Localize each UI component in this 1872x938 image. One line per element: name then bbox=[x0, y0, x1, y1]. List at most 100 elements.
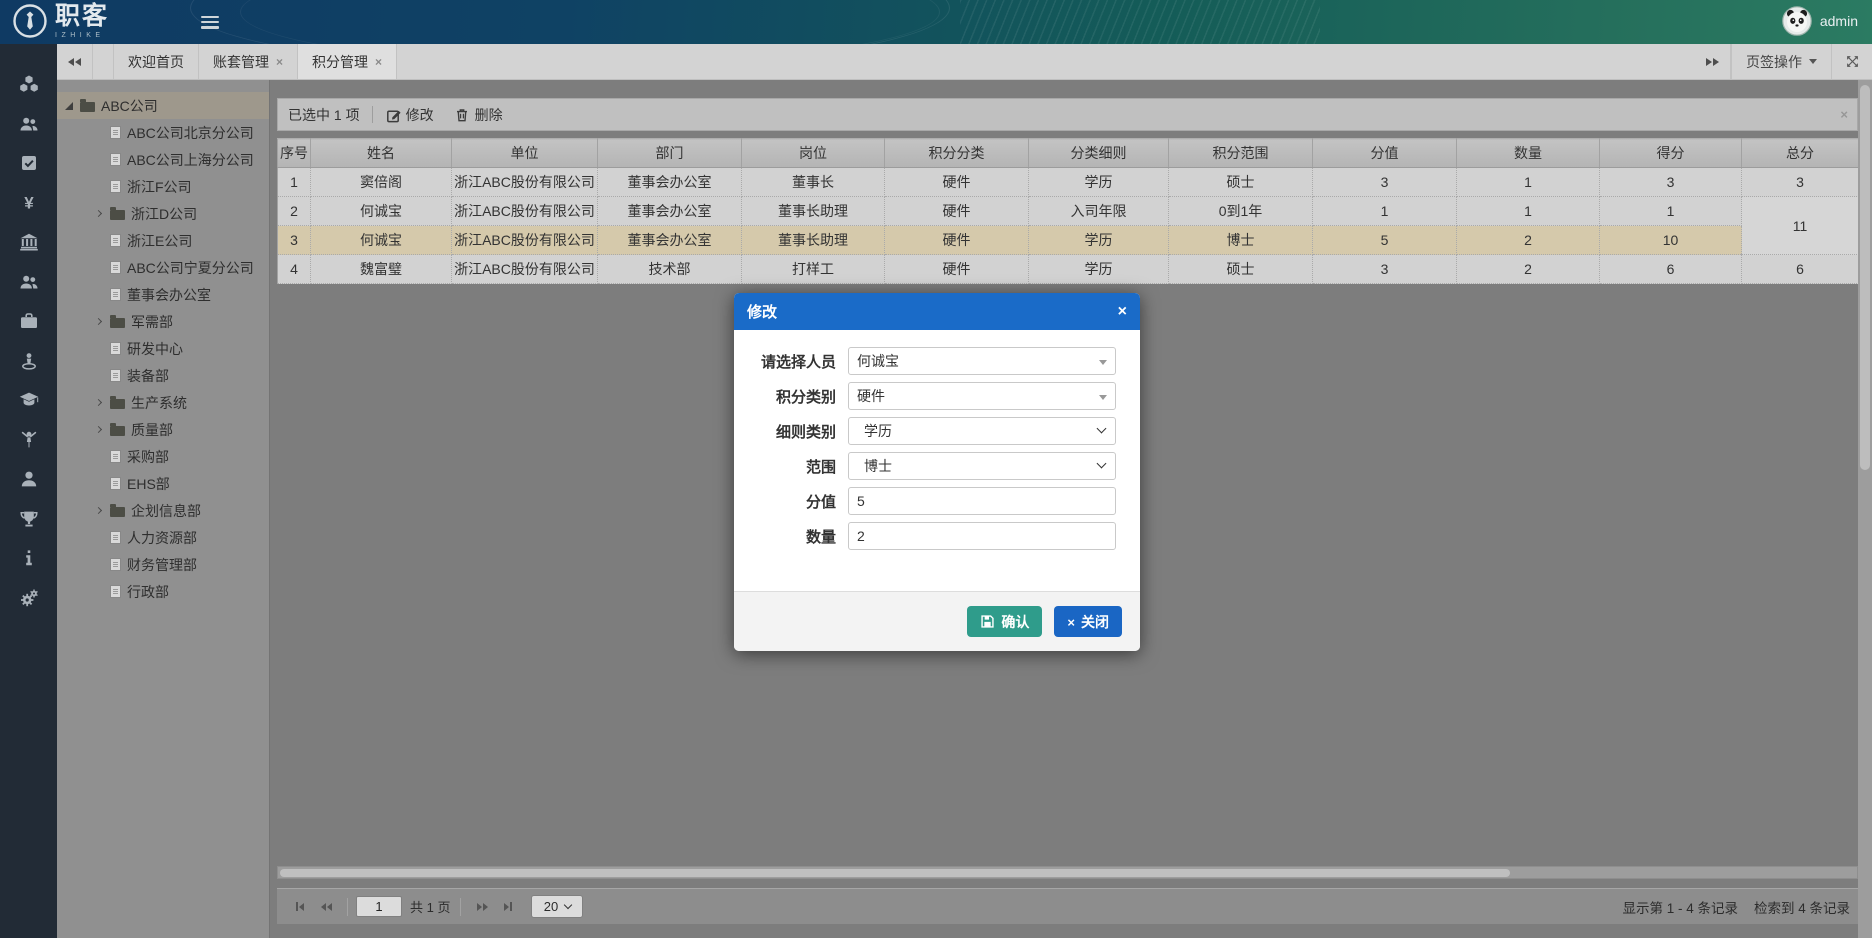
table-cell[interactable]: 学历 bbox=[1029, 226, 1169, 255]
tab-close-icon[interactable] bbox=[276, 56, 283, 68]
tree-item[interactable]: 生产系统 bbox=[57, 389, 269, 416]
tree-item[interactable]: 董事会办公室 bbox=[57, 281, 269, 308]
sidebar-icon-user[interactable] bbox=[16, 469, 42, 489]
table-row[interactable]: 1 窦倍阁 浙江ABC股份有限公司 董事会办公室 董事长 硬件 学历 硕士 3 … bbox=[278, 168, 1859, 197]
caret-collapsed-icon[interactable] bbox=[95, 318, 102, 325]
table-cell[interactable]: 3 bbox=[278, 226, 311, 255]
table-cell[interactable]: 10 bbox=[1600, 226, 1742, 255]
column-header[interactable]: 序号 bbox=[278, 139, 311, 168]
table-cell[interactable]: 硬件 bbox=[885, 255, 1029, 284]
tab-welcome[interactable]: 欢迎首页 bbox=[113, 44, 199, 79]
caret-down-icon[interactable] bbox=[1099, 360, 1107, 365]
table-cell[interactable]: 入司年限 bbox=[1029, 197, 1169, 226]
tree-item[interactable]: 人力资源部 bbox=[57, 524, 269, 551]
table-cell[interactable]: 技术部 bbox=[598, 255, 742, 284]
table-cell[interactable]: 学历 bbox=[1029, 255, 1169, 284]
table-cell[interactable]: 1 bbox=[1457, 197, 1600, 226]
table-cell[interactable]: 1 bbox=[1313, 197, 1457, 226]
column-header[interactable]: 积分范围 bbox=[1169, 139, 1313, 168]
horizontal-scrollbar[interactable] bbox=[277, 866, 1858, 879]
sidebar-icon-users[interactable] bbox=[16, 114, 42, 134]
table-cell[interactable]: 硕士 bbox=[1169, 168, 1313, 197]
table-cell[interactable]: 2 bbox=[1457, 226, 1600, 255]
table-cell[interactable]: 董事长助理 bbox=[742, 197, 885, 226]
tree-item[interactable]: 质量部 bbox=[57, 416, 269, 443]
tree-item[interactable]: 浙江F公司 bbox=[57, 173, 269, 200]
table-row[interactable]: 4 魏富璧 浙江ABC股份有限公司 技术部 打样工 硬件 学历 硕士 3 2 6… bbox=[278, 255, 1859, 284]
table-cell[interactable]: 2 bbox=[278, 197, 311, 226]
table-cell[interactable]: 4 bbox=[278, 255, 311, 284]
points-category-combobox[interactable]: 硬件 bbox=[848, 382, 1116, 410]
quantity-input[interactable] bbox=[849, 523, 1115, 549]
tree-item[interactable]: 行政部 bbox=[57, 578, 269, 605]
table-cell[interactable]: 2 bbox=[1457, 255, 1600, 284]
table-cell[interactable]: 0到1年 bbox=[1169, 197, 1313, 226]
caret-collapsed-icon[interactable] bbox=[95, 399, 102, 406]
table-cell[interactable]: 董事会办公室 bbox=[598, 226, 742, 255]
table-row[interactable]: 2 何诚宝 浙江ABC股份有限公司 董事会办公室 董事长助理 硬件 入司年限 0… bbox=[278, 197, 1859, 226]
table-cell[interactable]: 董事会办公室 bbox=[598, 197, 742, 226]
sidebar-icon-street-view[interactable] bbox=[16, 351, 42, 371]
fullscreen-button[interactable] bbox=[1832, 44, 1872, 79]
tabs-scroll-right-button[interactable] bbox=[1695, 44, 1731, 79]
sidebar-icon-bank[interactable] bbox=[16, 232, 42, 252]
modal-header[interactable]: 修改 bbox=[734, 293, 1140, 330]
edit-button[interactable]: 修改 bbox=[385, 105, 434, 125]
tab-close-icon[interactable] bbox=[375, 56, 382, 68]
sidebar-icon-check-square[interactable] bbox=[16, 153, 42, 173]
table-cell[interactable]: 1 bbox=[1457, 168, 1600, 197]
tree-item[interactable]: 装备部 bbox=[57, 362, 269, 389]
table-cell[interactable]: 硬件 bbox=[885, 168, 1029, 197]
caret-down-icon[interactable] bbox=[1099, 395, 1107, 400]
table-cell[interactable]: 打样工 bbox=[742, 255, 885, 284]
tree-item[interactable]: 企划信息部 bbox=[57, 497, 269, 524]
tree-item[interactable]: 财务管理部 bbox=[57, 551, 269, 578]
table-cell[interactable]: 博士 bbox=[1169, 226, 1313, 255]
caret-collapsed-icon[interactable] bbox=[95, 210, 102, 217]
sidebar-icon-graduation-cap[interactable] bbox=[16, 390, 42, 410]
table-cell[interactable]: 5 bbox=[1313, 226, 1457, 255]
tabs-scroll-left-button[interactable] bbox=[57, 44, 93, 79]
sidebar-icon-members[interactable] bbox=[16, 272, 42, 292]
table-cell[interactable]: 3 bbox=[1600, 168, 1742, 197]
table-row-selected[interactable]: 3 何诚宝 浙江ABC股份有限公司 董事会办公室 董事长助理 硬件 学历 博士 … bbox=[278, 226, 1859, 255]
page-size-select[interactable]: 20 bbox=[531, 895, 583, 918]
sidebar-icon-settings[interactable] bbox=[16, 588, 42, 608]
app-logo[interactable]: 职客 IZHIKE bbox=[12, 3, 109, 39]
table-cell[interactable]: 董事长助理 bbox=[742, 226, 885, 255]
table-cell[interactable]: 3 bbox=[1742, 168, 1859, 197]
table-cell[interactable]: 浙江ABC股份有限公司 bbox=[452, 197, 598, 226]
tree-item[interactable]: 军需部 bbox=[57, 308, 269, 335]
horizontal-scrollbar-thumb[interactable] bbox=[280, 869, 1510, 877]
column-header[interactable]: 姓名 bbox=[311, 139, 452, 168]
table-cell[interactable]: 学历 bbox=[1029, 168, 1169, 197]
vertical-scrollbar[interactable] bbox=[1858, 80, 1872, 938]
score-input[interactable] bbox=[849, 488, 1115, 514]
caret-expanded-icon[interactable] bbox=[65, 102, 73, 110]
tree-item[interactable]: ABC公司宁夏分公司 bbox=[57, 254, 269, 281]
merged-total-cell[interactable]: 11 bbox=[1742, 197, 1859, 255]
tree-item[interactable]: EHS部 bbox=[57, 470, 269, 497]
range-select[interactable]: 博士 bbox=[848, 452, 1116, 480]
tree-item[interactable]: ABC公司 bbox=[57, 92, 269, 119]
sidebar-icon-info[interactable] bbox=[16, 548, 42, 568]
column-header[interactable]: 分值 bbox=[1313, 139, 1457, 168]
sidebar-icon-yen[interactable]: ¥ bbox=[16, 193, 42, 213]
page-number-input[interactable] bbox=[356, 896, 402, 917]
table-cell[interactable]: 浙江ABC股份有限公司 bbox=[452, 226, 598, 255]
confirm-button[interactable]: 确认 bbox=[967, 606, 1042, 637]
table-cell[interactable]: 1 bbox=[278, 168, 311, 197]
column-header[interactable]: 数量 bbox=[1457, 139, 1600, 168]
tab-points-management[interactable]: 积分管理 bbox=[298, 44, 397, 79]
table-cell[interactable]: 何诚宝 bbox=[311, 226, 452, 255]
last-page-button[interactable] bbox=[495, 896, 521, 918]
tree-item[interactable]: ABC公司上海分公司 bbox=[57, 146, 269, 173]
prev-page-button[interactable] bbox=[313, 896, 339, 918]
table-cell[interactable]: 3 bbox=[1313, 255, 1457, 284]
table-cell[interactable]: 硬件 bbox=[885, 197, 1029, 226]
close-button[interactable]: 关闭 bbox=[1054, 606, 1122, 637]
first-page-button[interactable] bbox=[287, 896, 313, 918]
modal-close-icon[interactable] bbox=[1118, 303, 1127, 321]
tree-item[interactable]: 浙江E公司 bbox=[57, 227, 269, 254]
tab-actions-dropdown[interactable]: 页签操作 bbox=[1731, 44, 1832, 79]
